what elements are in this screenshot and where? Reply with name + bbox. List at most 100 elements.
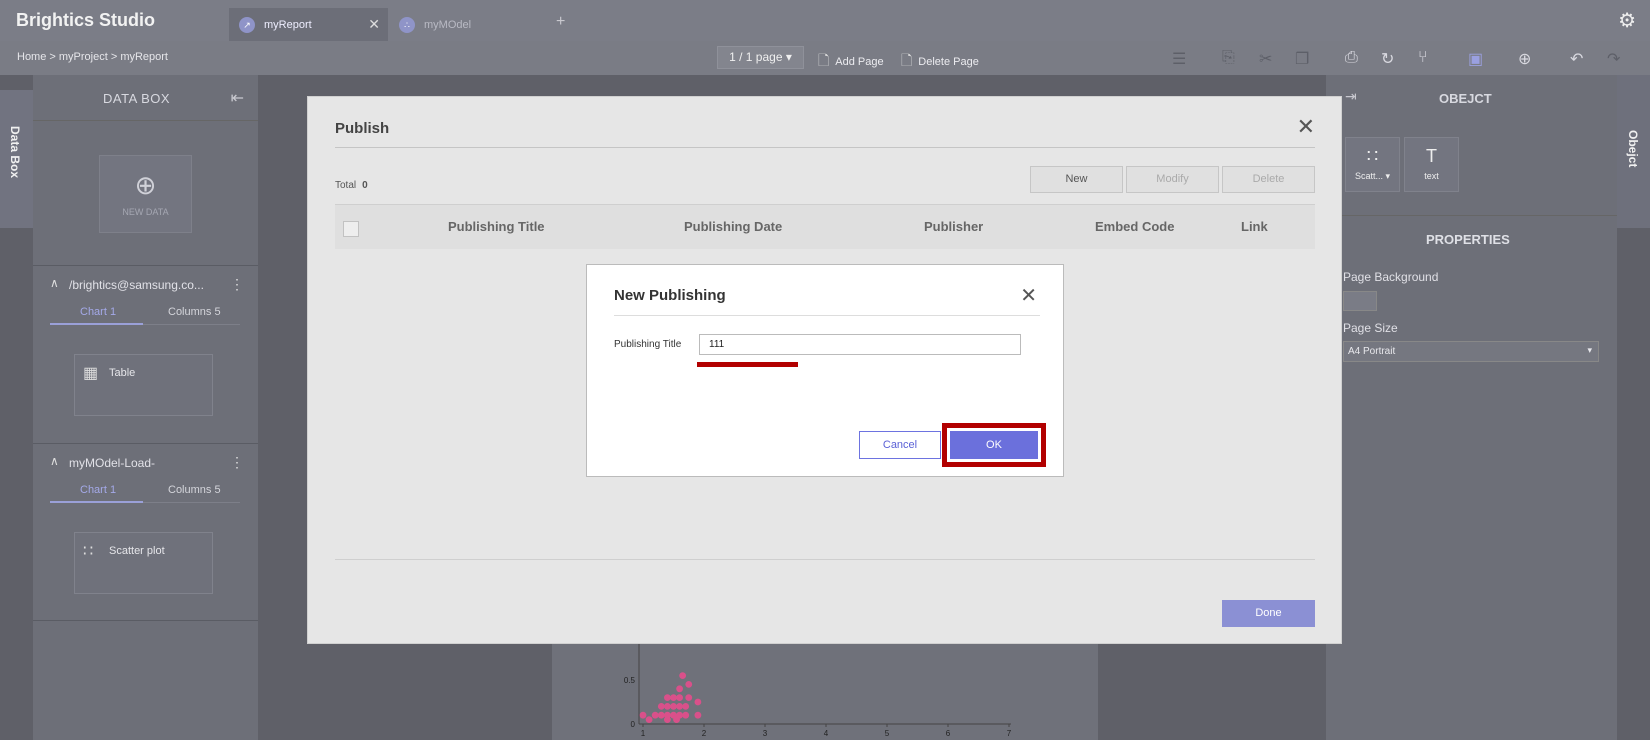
object-side-tab[interactable]: Obejct bbox=[1617, 75, 1650, 228]
object-panel-title: OBEJCT bbox=[1439, 91, 1492, 106]
publishing-title-input[interactable] bbox=[699, 334, 1021, 355]
pdf-icon[interactable]: ⎙ bbox=[1345, 49, 1358, 67]
refresh-icon[interactable]: ↻ bbox=[1381, 49, 1394, 69]
scatter-point bbox=[685, 681, 693, 688]
column-publisher: Publisher bbox=[924, 219, 984, 234]
close-icon[interactable]: ✕ bbox=[1297, 114, 1315, 140]
delete-page-icon: 🗋 bbox=[901, 52, 913, 68]
data-source-1: ∧ /brightics@samsung.co... ⋮ Chart 1 Col… bbox=[33, 265, 258, 443]
scatter-point bbox=[657, 711, 665, 719]
column-publishing-title: Publishing Title bbox=[448, 219, 545, 234]
chart-card-scatter[interactable]: ∷ Scatter plot bbox=[74, 532, 213, 594]
chevron-down-icon: ▾ bbox=[1587, 345, 1592, 355]
scatter-point bbox=[682, 703, 690, 710]
tab-label: myMOdel bbox=[424, 18, 472, 31]
tab-chart[interactable]: Chart 1 bbox=[80, 306, 116, 318]
undo-icon[interactable]: ↶ bbox=[1570, 49, 1583, 69]
divider bbox=[335, 559, 1315, 560]
cut-icon[interactable]: ✂ bbox=[1259, 49, 1272, 69]
add-page-button[interactable]: 🗋 Add Page bbox=[818, 50, 884, 74]
collapse-panel-icon[interactable]: ⇤ bbox=[231, 88, 244, 108]
more-menu-icon[interactable]: ⋮ bbox=[230, 454, 244, 471]
x-tick-label: 2 bbox=[702, 729, 707, 738]
publish-title: Publish bbox=[335, 120, 390, 137]
more-menu-icon[interactable]: ⋮ bbox=[230, 276, 244, 293]
close-icon[interactable]: ✕ bbox=[1020, 283, 1037, 308]
tab-chart[interactable]: Chart 1 bbox=[80, 484, 116, 496]
scatter-point bbox=[685, 694, 693, 701]
gear-icon[interactable]: ⚙ bbox=[1618, 8, 1636, 33]
new-data-button[interactable]: ⊕ NEW DATA bbox=[99, 155, 192, 233]
y-tick-label: 0 bbox=[631, 720, 636, 729]
branch-icon[interactable]: ⑂ bbox=[1418, 49, 1428, 67]
model-icon: ∴ bbox=[399, 16, 415, 33]
scatter-point bbox=[676, 694, 683, 701]
properties-title: PROPERTIES bbox=[1426, 232, 1510, 247]
chevron-up-icon[interactable]: ∧ bbox=[50, 276, 59, 290]
data-source-2: ∧ myMOdel-Load- ⋮ Chart 1 Columns 5 ∷ Sc… bbox=[33, 443, 258, 621]
add-page-icon: 🗋 bbox=[818, 52, 830, 68]
tab-columns[interactable]: Columns 5 bbox=[168, 306, 221, 318]
report-canvas[interactable]: 1 2 3 4 5 6 7 0 0.5 bbox=[552, 640, 1098, 740]
chart-card-table[interactable]: ▦ Table bbox=[74, 354, 213, 416]
object-side-label: Obejct bbox=[1626, 130, 1640, 168]
tab-underline bbox=[50, 323, 143, 325]
object-scatter[interactable]: ∷ Scatt... ▾ bbox=[1345, 137, 1400, 192]
copy-icon[interactable]: ❐ bbox=[1295, 49, 1309, 69]
object-text[interactable]: T text bbox=[1404, 137, 1459, 192]
tab-mymodel[interactable]: ∴ myMOdel bbox=[389, 8, 547, 41]
scatter-point bbox=[676, 703, 683, 710]
x-tick-label: 7 bbox=[1007, 729, 1012, 738]
column-link: Link bbox=[1241, 219, 1268, 234]
data-box-panel: DATA BOX ⇤ ⊕ NEW DATA ∧ /brightics@samsu… bbox=[33, 75, 258, 740]
page-background-label: Page Background bbox=[1343, 270, 1439, 284]
tab-columns[interactable]: Columns 5 bbox=[168, 484, 221, 496]
text-icon: T bbox=[1426, 146, 1437, 166]
page-settings-icon[interactable]: ☰ bbox=[1172, 49, 1186, 69]
redo-icon[interactable]: ↷ bbox=[1607, 49, 1620, 69]
data-box-side-label: Data Box bbox=[8, 126, 22, 179]
breadcrumb[interactable]: Home > myProject > myReport bbox=[17, 51, 168, 63]
chart-card-label: Scatter plot bbox=[109, 545, 165, 557]
delete-button[interactable]: Delete bbox=[1222, 166, 1315, 193]
done-button[interactable]: Done bbox=[1222, 600, 1315, 627]
page-size-label: Page Size bbox=[1343, 321, 1398, 335]
x-tick-label: 3 bbox=[763, 729, 768, 738]
cancel-button[interactable]: Cancel bbox=[859, 431, 941, 459]
zoom-in-icon[interactable]: ⊕ bbox=[1518, 49, 1531, 69]
ok-button[interactable]: OK bbox=[950, 431, 1038, 459]
total-value: 0 bbox=[362, 180, 368, 191]
scatter-point bbox=[676, 711, 683, 719]
x-tick-label: 6 bbox=[946, 729, 951, 738]
data-box-side-tab[interactable]: Data Box bbox=[0, 90, 33, 228]
scatter-point bbox=[670, 703, 677, 710]
column-publishing-date: Publishing Date bbox=[684, 219, 783, 234]
tab-myreport[interactable]: ↗ myReport ✕ bbox=[229, 8, 388, 41]
app-brand: Brightics Studio bbox=[16, 10, 155, 30]
scatter-point bbox=[682, 711, 690, 719]
page-size-select[interactable]: A4 Portrait ▾ bbox=[1343, 341, 1599, 362]
scatter-point bbox=[694, 711, 702, 719]
modify-button[interactable]: Modify bbox=[1126, 166, 1219, 193]
page-size-value: A4 Portrait bbox=[1348, 346, 1396, 357]
page-select[interactable]: 1 / 1 page ▾ bbox=[717, 46, 804, 69]
chart-card-label: Table bbox=[109, 367, 136, 379]
paste-icon[interactable]: ⎘ bbox=[1222, 49, 1235, 67]
column-embed-code: Embed Code bbox=[1095, 219, 1175, 234]
scatter-chart[interactable]: 1 2 3 4 5 6 7 0 0.5 bbox=[552, 640, 1098, 740]
publish-icon[interactable]: ▣ bbox=[1468, 49, 1483, 69]
x-tick-label: 1 bbox=[641, 729, 646, 738]
close-tab-icon[interactable]: ✕ bbox=[368, 16, 380, 33]
add-tab-icon[interactable]: + bbox=[556, 13, 565, 31]
chevron-up-icon[interactable]: ∧ bbox=[50, 454, 59, 468]
delete-page-button[interactable]: 🗋 Delete Page bbox=[901, 50, 979, 74]
object-label: text bbox=[1424, 171, 1439, 181]
scatter-point bbox=[657, 703, 665, 710]
expand-panel-icon[interactable]: ⇥ bbox=[1345, 88, 1357, 105]
scatter-point bbox=[645, 716, 653, 723]
object-label: Scatt... ▾ bbox=[1354, 171, 1391, 181]
page-background-picker[interactable] bbox=[1343, 291, 1377, 311]
scatter-point bbox=[679, 672, 687, 679]
select-all-checkbox[interactable] bbox=[343, 221, 359, 237]
new-button[interactable]: New bbox=[1030, 166, 1123, 193]
